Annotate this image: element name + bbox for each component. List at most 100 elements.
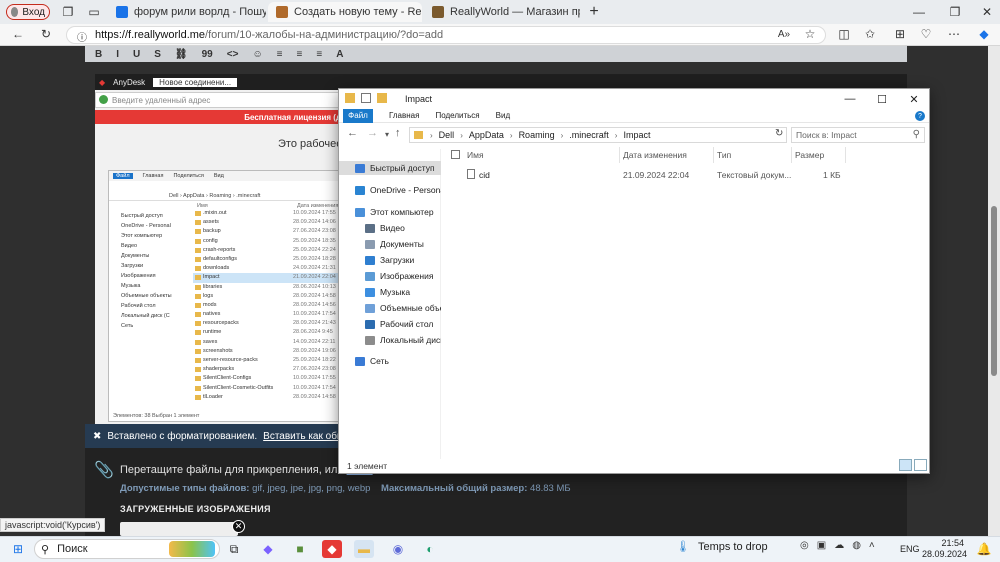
new-tab-button[interactable]: + (586, 3, 602, 20)
align-center-button[interactable]: ≡ (316, 49, 322, 60)
path-segment[interactable]: Impact (623, 130, 650, 140)
notifications-icon[interactable]: 🔔 (974, 540, 994, 558)
nav-item[interactable]: Документы (339, 237, 441, 251)
app-icon[interactable]: ◉ (388, 540, 408, 558)
align-left-button[interactable]: ≡ (297, 49, 303, 60)
tray-app-icon[interactable]: ◍ (852, 540, 861, 551)
close-icon[interactable]: ✕ (978, 3, 996, 21)
refresh-icon[interactable]: ↻ (775, 128, 783, 139)
column-divider[interactable] (619, 147, 620, 163)
start-button[interactable]: ⊞ (8, 540, 28, 558)
extensions-icon[interactable]: ♡ (918, 26, 934, 42)
info-icon[interactable]: ⓘ (77, 29, 87, 44)
emoji-button[interactable]: ☺ (252, 49, 262, 60)
code-button[interactable]: <> (227, 49, 239, 60)
back-icon[interactable]: ← (10, 26, 26, 42)
nav-item[interactable]: Видео (339, 221, 441, 235)
quote-button[interactable]: 99 (202, 49, 213, 60)
workspaces-icon[interactable]: ❐ (60, 4, 76, 20)
minecraft-icon[interactable]: ■ (290, 540, 310, 558)
column-type[interactable]: Тип (717, 150, 731, 160)
show-hidden-icon[interactable]: ˄ (869, 540, 875, 551)
details-view-icon[interactable] (899, 459, 912, 471)
cloud-icon[interactable]: ☁ (834, 540, 844, 551)
nav-item[interactable]: Быстрый доступ (339, 161, 441, 175)
select-all-checkbox[interactable] (451, 150, 460, 159)
explorer-search-input[interactable]: Поиск в: Impact ⚲ (791, 127, 925, 143)
paste-plain-link[interactable]: Вставить как обычный текс (263, 431, 338, 442)
tab-create-topic[interactable]: Создать новую тему - ReallyWorld ✕ (268, 2, 422, 22)
column-divider[interactable] (845, 147, 846, 163)
file-explorer-icon[interactable]: ▬ (354, 540, 374, 558)
page-scrollbar[interactable] (988, 46, 1000, 536)
path-segment[interactable]: .minecraft (569, 130, 609, 140)
nav-item[interactable]: Рабочий стол (339, 317, 441, 331)
minimize-icon[interactable]: — (835, 91, 865, 107)
ribbon-share-tab[interactable]: Поделиться (435, 111, 479, 120)
nav-item[interactable]: Локальный диск (C (339, 333, 441, 347)
help-icon[interactable]: ? (915, 111, 925, 121)
large-icons-view-icon[interactable] (914, 459, 927, 471)
close-icon[interactable]: ✕ (899, 91, 929, 107)
uploaded-image-thumbnail[interactable] (120, 522, 238, 536)
ribbon-file-tab[interactable]: Файл (343, 108, 373, 123)
tab-shop[interactable]: ReallyWorld — Магазин привилегий ✕ (424, 2, 580, 22)
task-view-icon[interactable]: ⧉ (224, 540, 244, 558)
path-segment[interactable]: Roaming (519, 130, 555, 140)
more-icon[interactable]: ⋯ (946, 26, 962, 42)
taskbar-search[interactable]: ⚲ Поиск (34, 539, 220, 559)
file-row[interactable]: cid 21.09.2024 22:04 Текстовый докум... … (443, 167, 929, 183)
font-color-button[interactable]: A (336, 49, 343, 60)
nav-item[interactable]: Сеть (339, 354, 441, 368)
maximize-icon[interactable]: ☐ (867, 91, 897, 107)
weather-widget[interactable]: 🌡 Temps to drop (676, 540, 768, 554)
strike-button[interactable]: S (154, 49, 161, 60)
profile-login-button[interactable]: Вход (6, 4, 50, 20)
nav-item[interactable]: OneDrive - Personal (339, 183, 441, 197)
nav-item[interactable]: Музыка (339, 285, 441, 299)
favorites-icon[interactable]: ✩ (862, 26, 878, 42)
back-icon[interactable]: ← (347, 127, 358, 139)
column-date[interactable]: Дата изменения (623, 150, 687, 160)
scrollbar-thumb[interactable] (991, 206, 997, 376)
column-size[interactable]: Размер (795, 150, 824, 160)
italic-button[interactable]: I (116, 49, 119, 60)
column-divider[interactable] (791, 147, 792, 163)
clock[interactable]: 21:54 28.09.2024 (922, 538, 967, 560)
minimize-icon[interactable]: — (910, 3, 928, 21)
edge-icon[interactable]: ◐ (420, 540, 440, 558)
properties-icon[interactable] (361, 93, 371, 103)
nav-item[interactable]: Загрузки (339, 253, 441, 267)
tray-app-icon[interactable]: ◎ (800, 540, 809, 551)
language-indicator[interactable]: ENG (900, 544, 920, 554)
column-divider[interactable] (713, 147, 714, 163)
ribbon-home-tab[interactable]: Главная (389, 111, 419, 120)
copilot-icon[interactable]: ◆ (258, 540, 278, 558)
anydesk-icon[interactable]: ◆ (322, 540, 342, 558)
tab-search[interactable]: форум рили ворлд - Пошук ✕ (108, 2, 266, 22)
remove-image-icon[interactable]: ✕ (232, 520, 245, 533)
underline-button[interactable]: U (133, 49, 140, 60)
copilot-icon[interactable]: ◆ (976, 26, 992, 42)
list-button[interactable]: ≡ (277, 49, 283, 60)
refresh-icon[interactable]: ↻ (38, 26, 54, 42)
split-screen-icon[interactable]: ◫ (836, 26, 852, 42)
path-segment[interactable]: AppData (469, 130, 504, 140)
drop-zone-text[interactable]: Перетащите файлы для прикрепления, или в… (120, 464, 373, 476)
forward-icon[interactable]: → (367, 127, 378, 139)
address-bar[interactable]: ⓘ https://f.reallyworld.me/forum/10-жало… (66, 26, 826, 44)
link-button[interactable]: ⛓ (175, 49, 188, 60)
restore-icon[interactable]: ❐ (946, 3, 964, 21)
nav-item[interactable]: Этот компьютер (339, 205, 441, 219)
new-folder-icon[interactable] (377, 93, 387, 103)
ribbon-view-tab[interactable]: Вид (496, 111, 510, 120)
column-name[interactable]: Имя (467, 150, 484, 160)
nav-item[interactable]: Изображения (339, 269, 441, 283)
bold-button[interactable]: B (95, 49, 102, 60)
tab-actions-icon[interactable]: ▭ (86, 4, 102, 20)
favorite-star-icon[interactable]: ☆ (802, 26, 818, 42)
read-aloud-icon[interactable]: A» (776, 26, 792, 42)
up-icon[interactable]: ↑ (395, 127, 401, 139)
path-segment[interactable]: Dell (439, 130, 455, 140)
collections-icon[interactable]: ⊞ (892, 26, 908, 42)
